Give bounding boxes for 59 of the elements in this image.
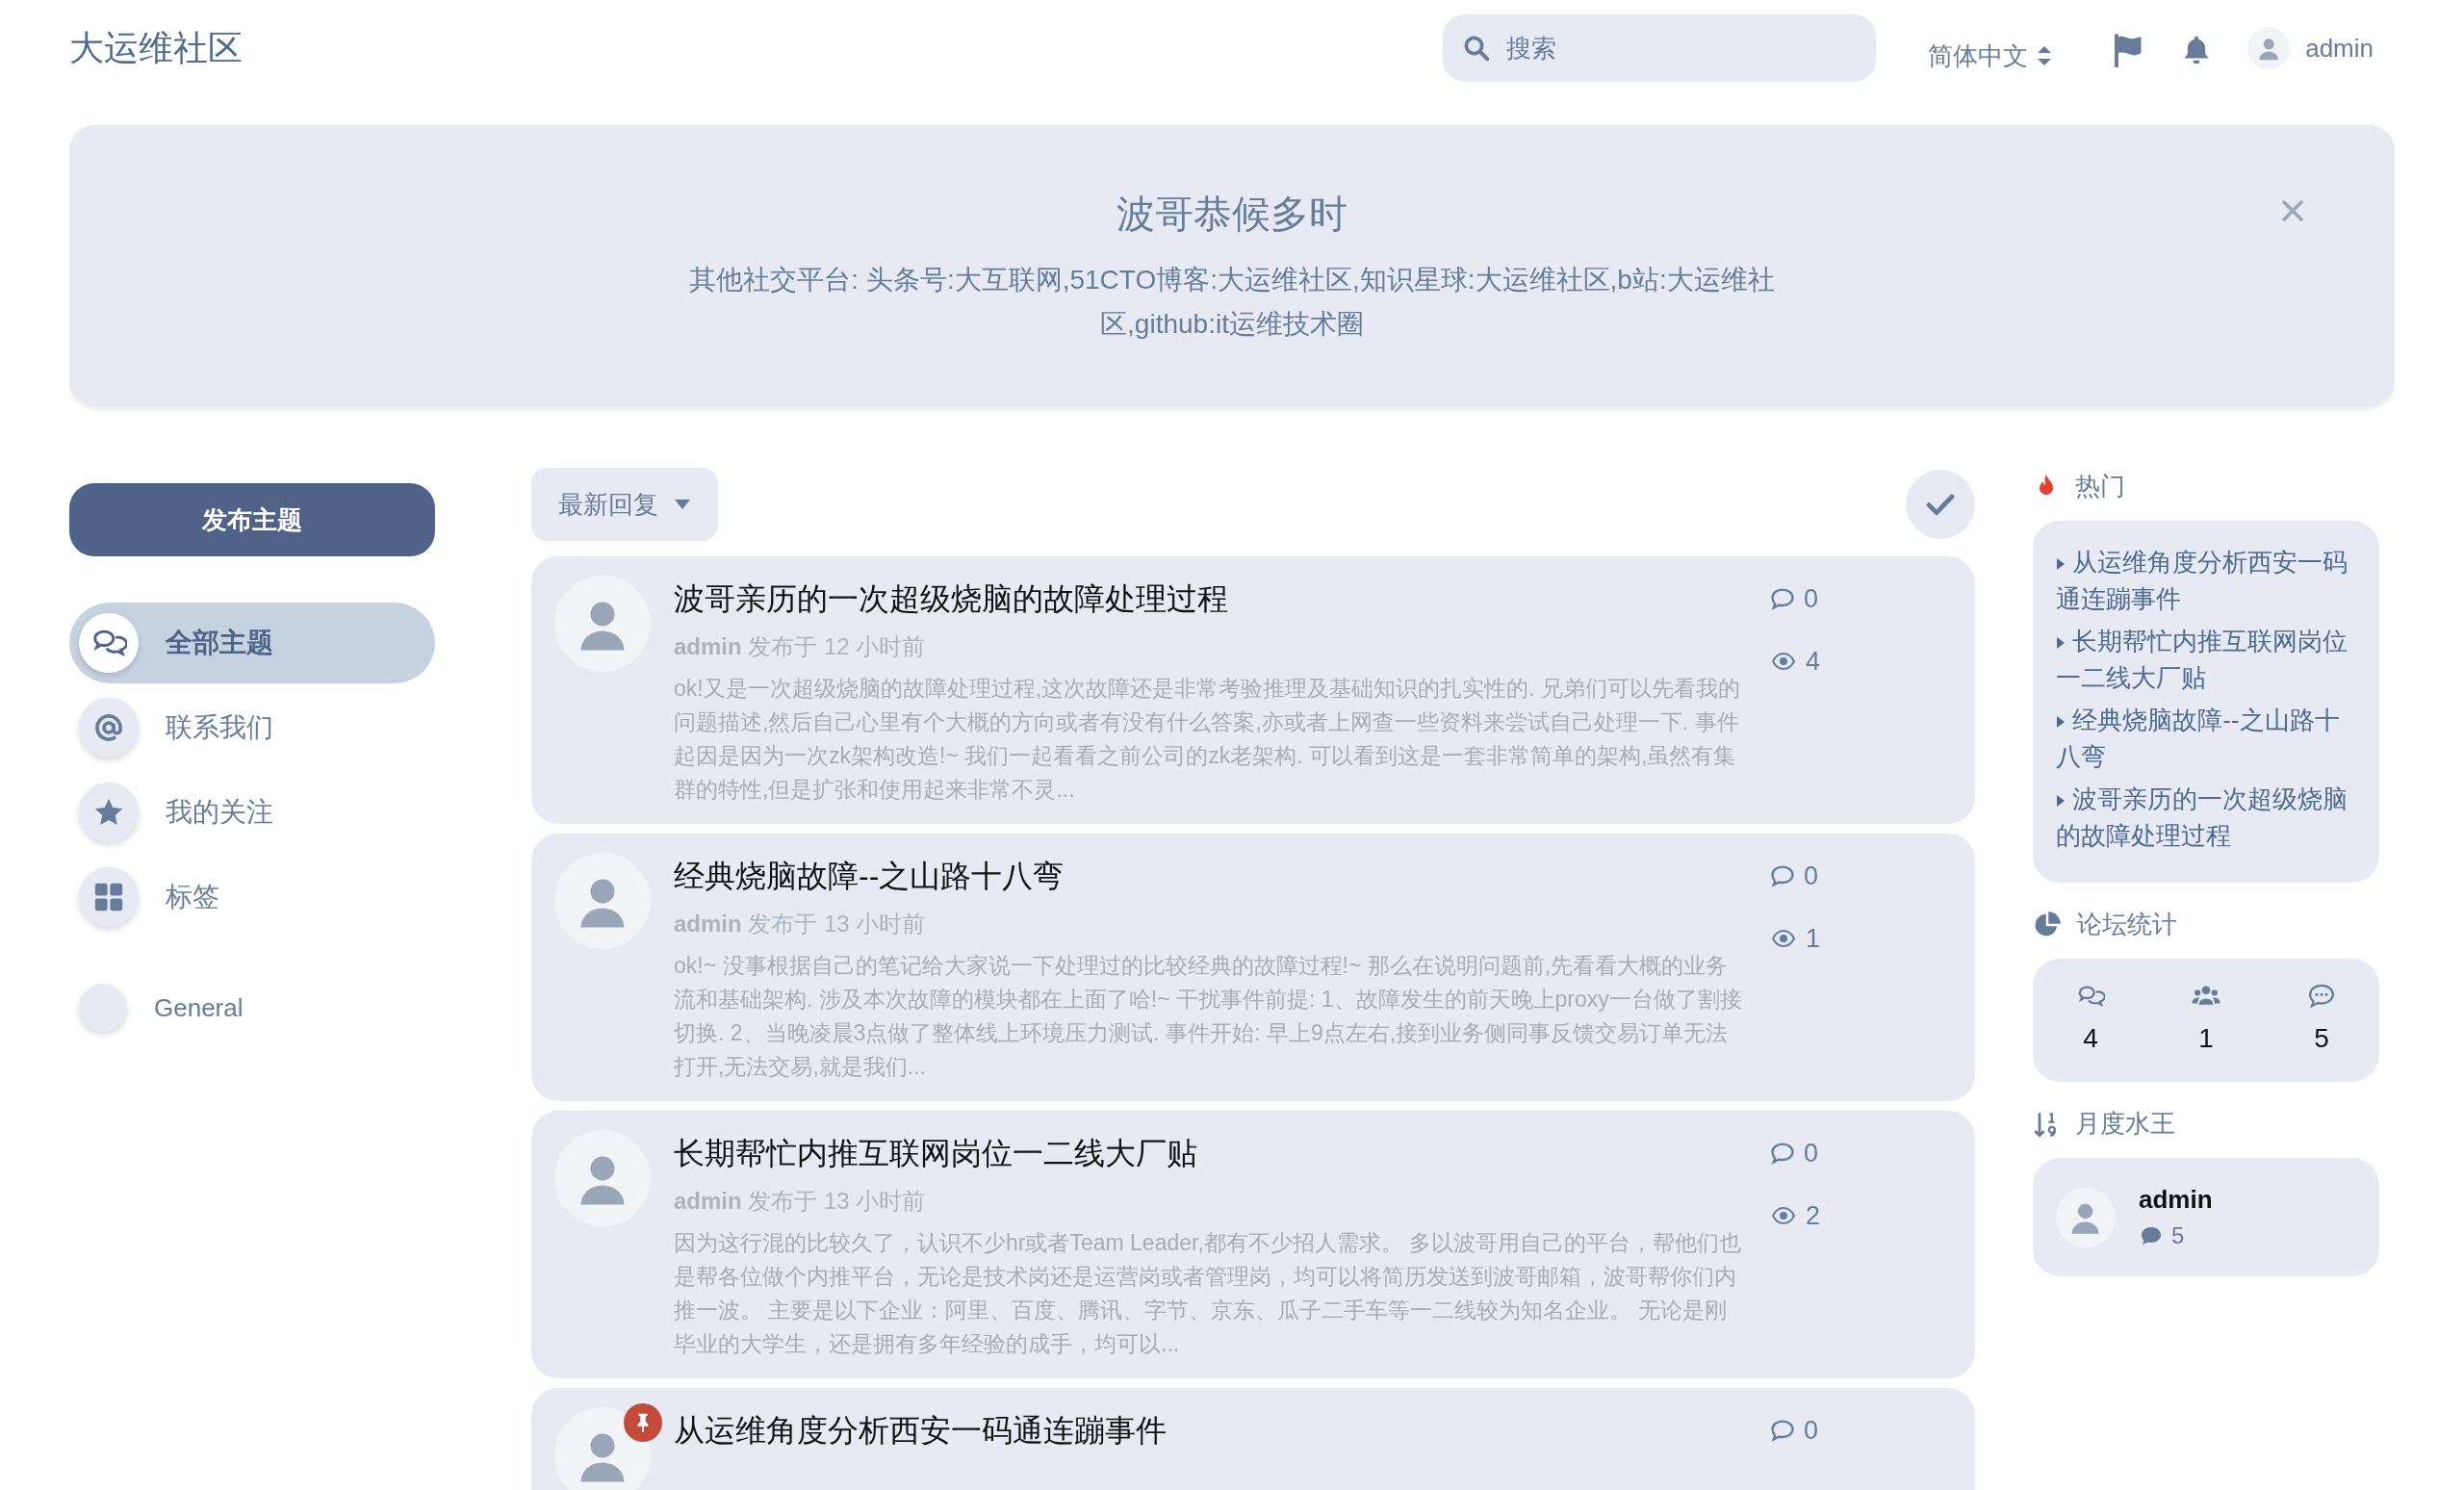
tag-link[interactable]: General	[69, 984, 435, 1032]
close-icon	[2281, 198, 2304, 222]
hot-topic-link[interactable]: 从运维角度分析西安一码通连蹦事件	[2056, 544, 2356, 617]
top-poster-heading: 月度水王	[2033, 1105, 2379, 1143]
discussion-card[interactable]: 从运维角度分析西安一码通连蹦事件 0	[531, 1388, 1975, 1490]
caret-right-icon	[2056, 557, 2066, 572]
discussion-title[interactable]: 从运维角度分析西安一码通连蹦事件	[674, 1407, 1746, 1453]
sort-dropdown[interactable]: 最新回复	[531, 468, 718, 541]
discussion-title[interactable]: 波哥亲历的一次超级烧脑的故障处理过程	[674, 576, 1746, 622]
discussion-card[interactable]	[531, 1111, 1975, 1378]
view-count: 1	[1769, 918, 1952, 958]
stat-value: 1	[2198, 1022, 2214, 1055]
discussion-meta: admin 发布于 13 小时前	[674, 910, 927, 938]
stat-value: 5	[2314, 1022, 2329, 1055]
hot-topic-link[interactable]: 波哥亲历的一次超级烧脑的故障处理过程	[2056, 781, 2356, 854]
view-count: 2	[1769, 1195, 1952, 1235]
reply-count: 0	[1769, 579, 1952, 619]
start-discussion-button[interactable]: 发布主题	[69, 483, 435, 556]
caret-right-icon	[2056, 715, 2066, 730]
post-count: 5	[2139, 1219, 2213, 1253]
reply-count: 0	[1769, 1134, 1952, 1173]
discussion-meta: admin 发布于 13 小时前	[674, 1187, 927, 1216]
search-field[interactable]: 搜索	[1443, 14, 1877, 82]
discussion-title[interactable]: 长期帮忙内推互联网岗位一二线大厂贴	[674, 1130, 1746, 1176]
hot-topic-link[interactable]: 经典烧脑故障--之山路十八弯	[2056, 702, 2356, 775]
sidebar-nav-item[interactable]: 我的关注	[69, 772, 435, 853]
discussion-excerpt: ok!又是一次超级烧脑的故障处理过程,这次故障还是非常考验推理及基础知识的扎实性的. 兄弟们可以先看我的问题描述,然后自己心里有个大概的方向或者有没有什么答案,亦或者上网查一些资料来尝试自己处理一下. 事件起因是因为一次zk架构改造!~ 我们一起看看之前公司的zk老架构. 可以看到这是一套非常简单的架构,虽然有集群的特性,但是扩张和使用起来非常不灵...	[674, 675, 1741, 804]
grid-icon	[92, 881, 125, 913]
sort-caret-icon	[2036, 43, 2054, 68]
view-count: 4	[1769, 641, 1952, 681]
discussion-excerpt: 因为这行混的比较久了，认识不少hr或者Team Leader,都有不少招人需求。 多以波哥用自己的平台，帮他们也是帮各位做个内推平台，无论是技术岗还是运营岗或者管理岗，均可以将简历发送到波哥邮箱，波哥帮你们内推一波。 主要是以下企业：阿里、百度、腾讯、字节、京东、瓜子二手车等一二线较为知名企业。 无论是刚毕业的大学生，还是拥有多年经验的成手，均可以...	[674, 1229, 1743, 1358]
caret-right-icon	[2056, 794, 2066, 809]
hot-heading: 热门	[2033, 468, 2379, 505]
at-sign-icon	[92, 711, 125, 744]
reply-count: 0	[1769, 857, 1952, 896]
sidebar-nav-item[interactable]: 全部主题	[69, 603, 435, 683]
reply-count: 0	[1769, 1411, 1952, 1451]
hot-topic-link[interactable]: 长期帮忙内推互联网岗位一二线大厂贴	[2056, 623, 2356, 696]
user-menu[interactable]: admin	[2242, 26, 2379, 70]
discussion-card[interactable]	[531, 556, 1975, 824]
speech-bubble-icon	[2139, 1224, 2164, 1247]
caret-down-icon	[674, 499, 691, 510]
discussion-meta: admin 发布于 12 小时前	[674, 632, 927, 661]
banner-text: 其他社交平台: 头条号:大互联网,51CTO博客:大运维社区,知识星球:大运维社区,b站:大运维社区,github:it运维技术圈	[688, 264, 1776, 341]
user-avatar-icon	[2247, 27, 2291, 69]
comment-icon	[2307, 982, 2336, 1011]
sidebar-nav-item[interactable]: 标签	[69, 857, 435, 938]
discussion-excerpt: ok!~ 没事根据自己的笔记给大家说一下处理过的比较经典的故障过程!~ 那么在说明问题前,先看看大概的业务流和基础架构. 涉及本次故障的模块都在上面了哈!~ 干扰事件前提: 1、故障发生的前天晚上proxy一台做了割接切换. 2、当晚凌晨3点做了整体线上环境压力测试. 事件开始: 早上9点左右,接到业务侧同事反馈交易订单无法打开,无法交易,就是我们...	[674, 952, 1743, 1081]
stats-heading: 论坛统计	[2033, 906, 2379, 943]
banner-title: 波哥恭候多时	[1116, 192, 1348, 237]
discussion-title[interactable]: 经典烧脑故障--之山路十八弯	[674, 853, 1746, 899]
sidebar-nav-item[interactable]: 联系我们	[69, 687, 435, 768]
caret-right-icon	[2056, 636, 2066, 651]
stat-value: 4	[2083, 1022, 2098, 1055]
discussion-card[interactable]	[531, 834, 1975, 1101]
author-avatar-icon	[554, 1407, 651, 1490]
user-name[interactable]: admin	[2139, 1181, 2213, 1219]
language-selector[interactable]: 简体中文	[1922, 36, 2060, 76]
site-logo[interactable]: 大运维社区	[69, 22, 243, 74]
